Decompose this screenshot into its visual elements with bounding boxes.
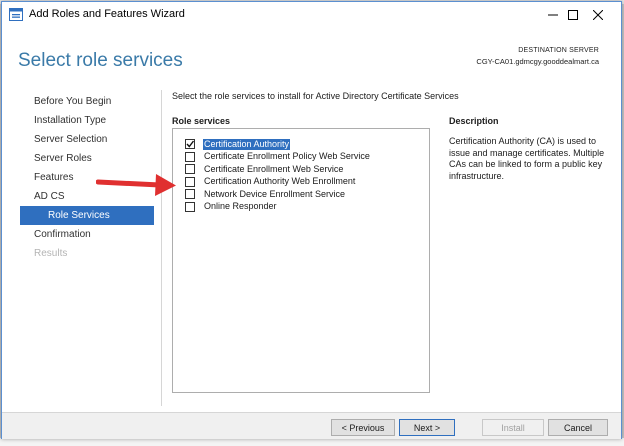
nav-item-server-selection[interactable]: Server Selection [20,130,154,149]
role-service-cep-web-service[interactable]: Certificate Enrollment Policy Web Servic… [185,151,371,163]
previous-button[interactable]: < Previous [331,419,395,436]
nav-item-role-services[interactable]: Role Services [20,206,154,225]
checkbox-ces-web-service[interactable] [185,164,195,174]
close-icon [593,10,603,20]
role-service-label: Certificate Enrollment Policy Web Servic… [204,151,370,161]
checkmark-icon [186,140,195,148]
close-button[interactable] [575,2,621,28]
role-service-ces-web-service[interactable]: Certificate Enrollment Web Service [185,163,344,175]
checkbox-ca-web-enrollment[interactable] [185,176,195,187]
role-service-ca-web-enrollment[interactable]: Certification Authority Web Enrollment [185,176,356,188]
window-title: Add Roles and Features Wizard [29,8,185,20]
role-service-label: Certification Authority [203,138,291,150]
checkbox-certification-authority[interactable] [185,139,195,149]
wizard-window: Add Roles and Features Wizard Select rol… [1,1,622,439]
role-services-header: Role services [172,116,231,126]
nav-item-server-roles[interactable]: Server Roles [20,149,154,168]
nav-item-before-you-begin[interactable]: Before You Begin [20,92,154,111]
title-bar[interactable]: Add Roles and Features Wizard [2,2,621,28]
role-services-list[interactable]: Certification Authority Certificate Enro… [172,128,430,393]
nav-item-installation-type[interactable]: Installation Type [20,111,154,130]
page-title: Select role services [18,50,183,71]
install-button: Install [482,419,544,436]
nav-item-confirmation[interactable]: Confirmation [20,225,154,244]
nav-item-results: Results [34,248,68,259]
destination-server-name: CGY-CA01.gdmcgy.gooddealmart.ca [476,57,599,66]
description-text: Certification Authority (CA) is used to … [449,136,605,181]
checkbox-ndes[interactable] [185,189,195,199]
cancel-button[interactable]: Cancel [548,419,608,436]
role-service-label: Online Responder [204,201,277,211]
background-window-strip-bottom [0,438,624,446]
role-service-label: Certification Authority Web Enrollment [204,176,356,186]
role-service-certification-authority[interactable]: Certification Authority [185,138,291,150]
nav-divider [161,90,162,406]
role-service-ndes[interactable]: Network Device Enrollment Service [185,188,346,200]
server-manager-icon [9,8,23,21]
next-button[interactable]: Next > [399,419,455,436]
role-service-label: Network Device Enrollment Service [204,188,346,199]
wizard-header: Select role services DESTINATION SERVER … [2,28,621,82]
checkbox-online-responder[interactable] [185,201,195,212]
destination-server-label: DESTINATION SERVER [518,47,599,54]
role-service-online-responder[interactable]: Online Responder [185,201,278,213]
checkbox-cep-web-service[interactable] [185,151,195,162]
role-service-label: Certificate Enrollment Web Service [204,163,344,174]
description-header: Description [449,116,499,126]
instruction-text: Select the role services to install for … [172,91,459,101]
red-arrow-annotation [96,174,176,196]
